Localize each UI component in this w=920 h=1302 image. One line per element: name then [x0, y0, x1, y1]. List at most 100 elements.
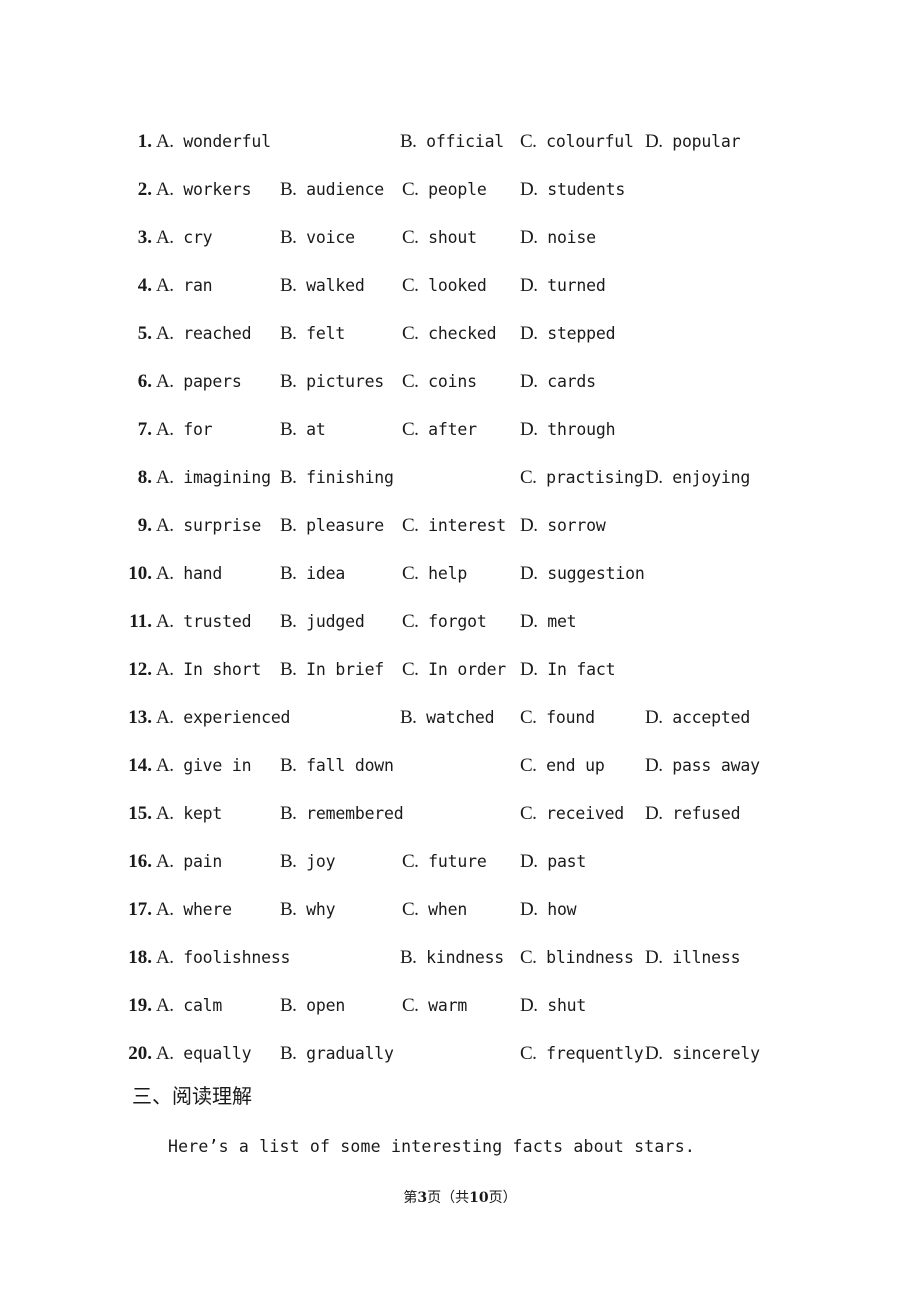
option-a-choice[interactable]: A. equally — [156, 1030, 252, 1078]
option-d-choice[interactable]: D. met — [520, 598, 577, 646]
option-b-choice[interactable]: B. kindness — [400, 934, 504, 982]
option-a-choice[interactable]: A. give in — [156, 742, 252, 790]
question-row: 13. A. experienced B. watched C. found D. ac… — [0, 694, 920, 742]
option-a-choice[interactable]: A. where — [156, 886, 232, 934]
option-d-choice[interactable]: D. In fact — [520, 646, 616, 694]
option-d-choice[interactable]: D. pass away — [645, 742, 760, 790]
option-d-choice[interactable]: D. through — [520, 406, 616, 454]
option-c-choice[interactable]: C. practising — [520, 454, 644, 502]
option-d-choice[interactable]: D. students — [520, 166, 625, 214]
option-letter: C. — [402, 995, 419, 1016]
question-number: 7. — [137, 419, 152, 440]
option-letter: B. — [280, 995, 297, 1016]
option-letter: A. — [156, 179, 174, 200]
option-b-choice[interactable]: B. why — [280, 886, 336, 934]
question-row: 18. A. foolishness B. kindness C. blindness… — [0, 934, 920, 982]
question-number: 3. — [137, 227, 152, 248]
option-letter: A. — [156, 371, 174, 392]
option-letter: C. — [402, 179, 419, 200]
option-b-choice[interactable]: B. remembered — [280, 790, 404, 838]
option-c-choice[interactable]: C. warm — [402, 982, 467, 1030]
option-a-choice[interactable]: A. In short — [156, 646, 261, 694]
option-d-choice[interactable]: D. how — [520, 886, 577, 934]
option-letter: C. — [402, 851, 419, 872]
option-b-choice[interactable]: B. gradually — [280, 1030, 394, 1078]
option-d-choice[interactable]: D. past — [520, 838, 586, 886]
option-d-choice[interactable]: D. popular — [645, 118, 741, 166]
option-c-choice[interactable]: C. looked — [402, 262, 487, 310]
option-b-choice[interactable]: B. audience — [280, 166, 384, 214]
option-a-choice[interactable]: A. pain — [156, 838, 222, 886]
option-d-choice[interactable]: D. cards — [520, 358, 596, 406]
option-c-choice[interactable]: C. after — [402, 406, 477, 454]
option-b-choice[interactable]: B. finishing — [280, 454, 394, 502]
option-c-choice[interactable]: C. frequently — [520, 1030, 644, 1078]
option-d-choice[interactable]: D. enjoying — [645, 454, 750, 502]
option-a-choice[interactable]: A. cry — [156, 214, 213, 262]
option-a-choice[interactable]: A. for — [156, 406, 213, 454]
option-c-choice[interactable]: C. future — [402, 838, 487, 886]
option-c-choice[interactable]: C. found — [520, 694, 595, 742]
option-b-choice[interactable]: B. watched — [400, 694, 495, 742]
option-b-choice[interactable]: B. pleasure — [280, 502, 384, 550]
option-c-choice[interactable]: C. help — [402, 550, 467, 598]
option-a-choice[interactable]: A. foolishness — [156, 934, 290, 982]
option-c-choice[interactable]: C. people — [402, 166, 487, 214]
option-letter: C. — [402, 323, 419, 344]
option-a-choice[interactable]: A. reached — [156, 310, 252, 358]
option-letter: C. — [520, 131, 537, 152]
option-b-choice[interactable]: B. joy — [280, 838, 336, 886]
option-c-choice[interactable]: C. In order — [402, 646, 506, 694]
option-b-choice[interactable]: B. In brief — [280, 646, 384, 694]
option-d-choice[interactable]: D. noise — [520, 214, 596, 262]
option-d-choice[interactable]: D. illness — [645, 934, 741, 982]
option-d-choice[interactable]: D. stepped — [520, 310, 616, 358]
option-c-choice[interactable]: C. shout — [402, 214, 477, 262]
option-a-choice[interactable]: A. experienced — [156, 694, 290, 742]
option-a-choice[interactable]: A. calm — [156, 982, 222, 1030]
option-letter: C. — [402, 275, 419, 296]
option-a-choice[interactable]: A. wonderful — [156, 118, 271, 166]
option-c-choice[interactable]: C. end up — [520, 742, 605, 790]
option-a-choice[interactable]: A. hand — [156, 550, 222, 598]
option-b-choice[interactable]: B. at — [280, 406, 326, 454]
option-a-choice[interactable]: A. kept — [156, 790, 222, 838]
question-row: 19. A. calm B. open C. warm D. shut — [0, 982, 920, 1030]
option-c-choice[interactable]: C. colourful — [520, 118, 634, 166]
option-d-choice[interactable]: D. sincerely — [645, 1030, 760, 1078]
option-a-choice[interactable]: A. imagining — [156, 454, 271, 502]
question-row: 10. A. hand B. idea C. help D. suggestion — [0, 550, 920, 598]
question-row: 5. A. reached B. felt C. checked D. stepped — [0, 310, 920, 358]
option-d-choice[interactable]: D. refused — [645, 790, 741, 838]
option-b-choice[interactable]: B. fall down — [280, 742, 394, 790]
option-c-choice[interactable]: C. checked — [402, 310, 497, 358]
question-number: 8. — [137, 467, 152, 488]
option-letter: B. — [280, 611, 297, 632]
option-a-choice[interactable]: A. trusted — [156, 598, 252, 646]
option-b-choice[interactable]: B. felt — [280, 310, 345, 358]
option-b-choice[interactable]: B. idea — [280, 550, 345, 598]
option-a-choice[interactable]: A. papers — [156, 358, 242, 406]
option-letter: B. — [280, 179, 297, 200]
option-a-choice[interactable]: A. surprise — [156, 502, 261, 550]
option-b-choice[interactable]: B. pictures — [280, 358, 384, 406]
option-c-choice[interactable]: C. blindness — [520, 934, 634, 982]
option-d-choice[interactable]: D. accepted — [645, 694, 750, 742]
option-d-choice[interactable]: D. turned — [520, 262, 606, 310]
footer-page-number: 3 — [417, 1190, 428, 1206]
option-c-choice[interactable]: C. received — [520, 790, 624, 838]
option-d-choice[interactable]: D. suggestion — [520, 550, 645, 598]
option-d-choice[interactable]: D. sorrow — [520, 502, 606, 550]
option-b-choice[interactable]: B. voice — [280, 214, 355, 262]
option-b-choice[interactable]: B. open — [280, 982, 345, 1030]
option-d-choice[interactable]: D. shut — [520, 982, 586, 1030]
option-a-choice[interactable]: A. workers — [156, 166, 252, 214]
option-b-choice[interactable]: B. judged — [280, 598, 365, 646]
option-c-choice[interactable]: C. when — [402, 886, 467, 934]
option-c-choice[interactable]: C. interest — [402, 502, 506, 550]
option-a-choice[interactable]: A. ran — [156, 262, 213, 310]
option-b-choice[interactable]: B. official — [400, 118, 504, 166]
option-b-choice[interactable]: B. walked — [280, 262, 365, 310]
option-c-choice[interactable]: C. forgot — [402, 598, 487, 646]
option-c-choice[interactable]: C. coins — [402, 358, 477, 406]
